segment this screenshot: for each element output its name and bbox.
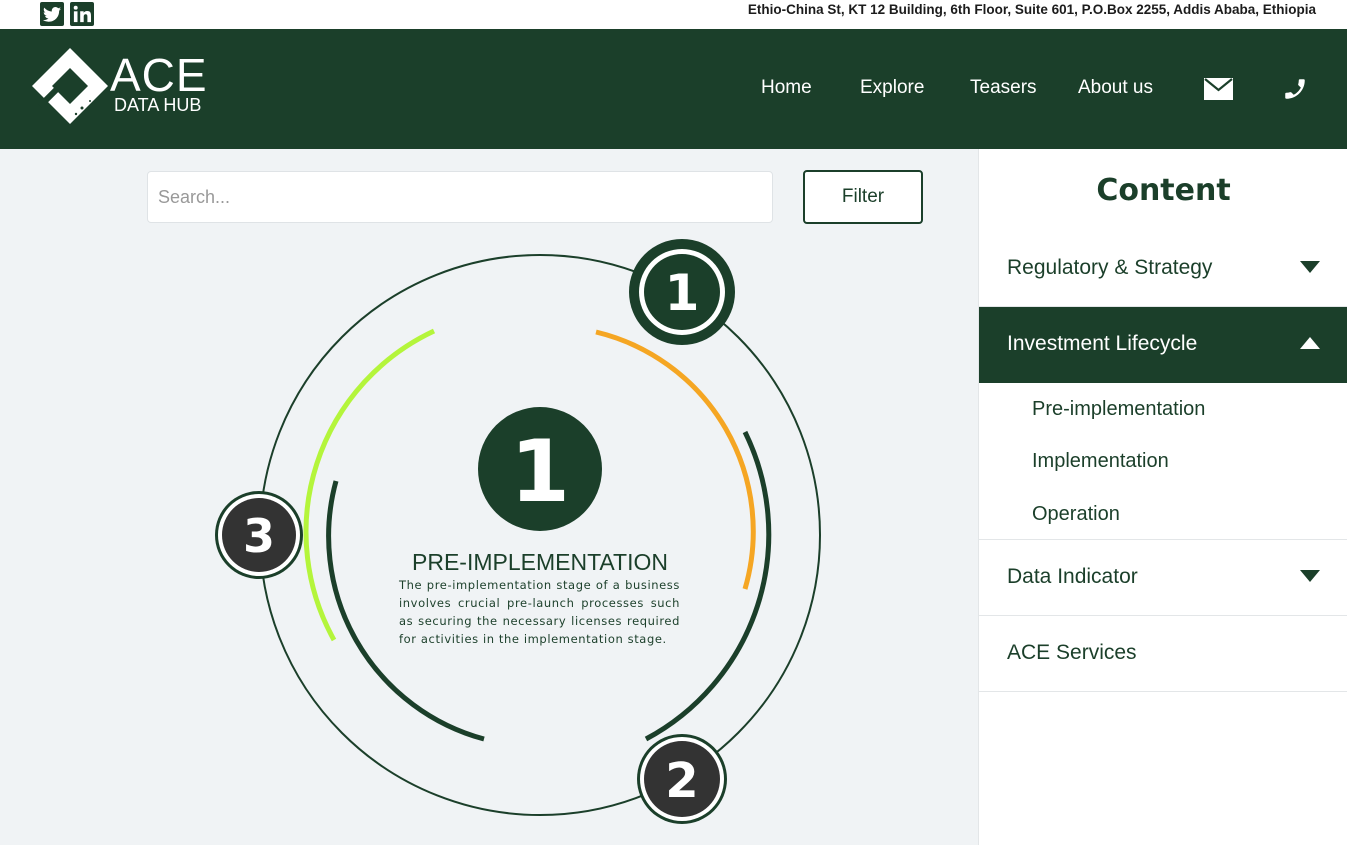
nav-about-us[interactable]: About us (1078, 77, 1153, 99)
sidebar-item-operation[interactable]: Operation (1032, 503, 1120, 526)
chevron-up-icon (1300, 337, 1320, 349)
nav-teasers[interactable]: Teasers (970, 77, 1037, 99)
stage-3-number: 3 (243, 509, 275, 563)
section-label: Regulatory & Strategy (1007, 256, 1213, 279)
sidebar-section-ace-services[interactable]: ACE Services (979, 616, 1347, 692)
nav-explore[interactable]: Explore (860, 77, 924, 99)
sidebar-title: Content (1096, 173, 1231, 208)
center-number: 1 (510, 422, 570, 522)
sidebar-item-implementation[interactable]: Implementation (1032, 450, 1169, 473)
lifecycle-diagram: 1 1 2 3 (215, 239, 821, 824)
address-text: Ethio-China St, KT 12 Building, 6th Floo… (747, 2, 1316, 17)
top-bar: Ethio-China St, KT 12 Building, 6th Floo… (0, 0, 1347, 29)
section-label: Investment Lifecycle (1007, 332, 1198, 355)
sidebar-item-pre-implementation[interactable]: Pre-implementation (1032, 398, 1205, 421)
investment-lifecycle-items: Pre-implementation Implementation Operat… (979, 382, 1347, 540)
stage-2-number: 2 (665, 753, 698, 809)
logo-subtext: DATA HUB (114, 95, 202, 115)
site-header: ACE DATA HUB Home Explore Teasers About … (0, 29, 1347, 149)
phone-icon[interactable] (1282, 76, 1308, 106)
sidebar-section-data-indicator[interactable]: Data Indicator (979, 540, 1347, 616)
section-label: Data Indicator (1007, 565, 1138, 588)
sidebar-section-regulatory-strategy[interactable]: Regulatory & Strategy (979, 231, 1347, 307)
stage-3-badge[interactable]: 3 (215, 491, 303, 579)
stage-description: The pre-implementation stage of a busine… (399, 578, 680, 646)
ace-logo[interactable]: ACE DATA HUB (30, 46, 220, 126)
chevron-down-icon (1300, 570, 1320, 582)
outer-ring (259, 254, 821, 816)
linkedin-icon[interactable] (70, 2, 94, 26)
nav-home[interactable]: Home (761, 77, 812, 99)
section-label: ACE Services (1007, 641, 1137, 664)
twitter-icon[interactable] (40, 2, 64, 26)
stage-1-number: 1 (665, 264, 700, 322)
content-sidebar: Content Regulatory & Strategy Investment… (978, 149, 1347, 845)
sidebar-section-investment-lifecycle[interactable]: Investment Lifecycle (979, 307, 1347, 383)
chevron-down-icon (1300, 261, 1320, 273)
mail-icon[interactable] (1204, 78, 1233, 104)
stage-1-badge[interactable]: 1 (629, 239, 735, 345)
stage-2-badge[interactable]: 2 (637, 734, 727, 824)
logo-diamond-icon (32, 48, 108, 124)
stage-title: PRE-IMPLEMENTATION (412, 549, 668, 575)
logo-text: ACE (110, 49, 208, 101)
main-area: Filter 1 1 2 3 (0, 149, 978, 845)
